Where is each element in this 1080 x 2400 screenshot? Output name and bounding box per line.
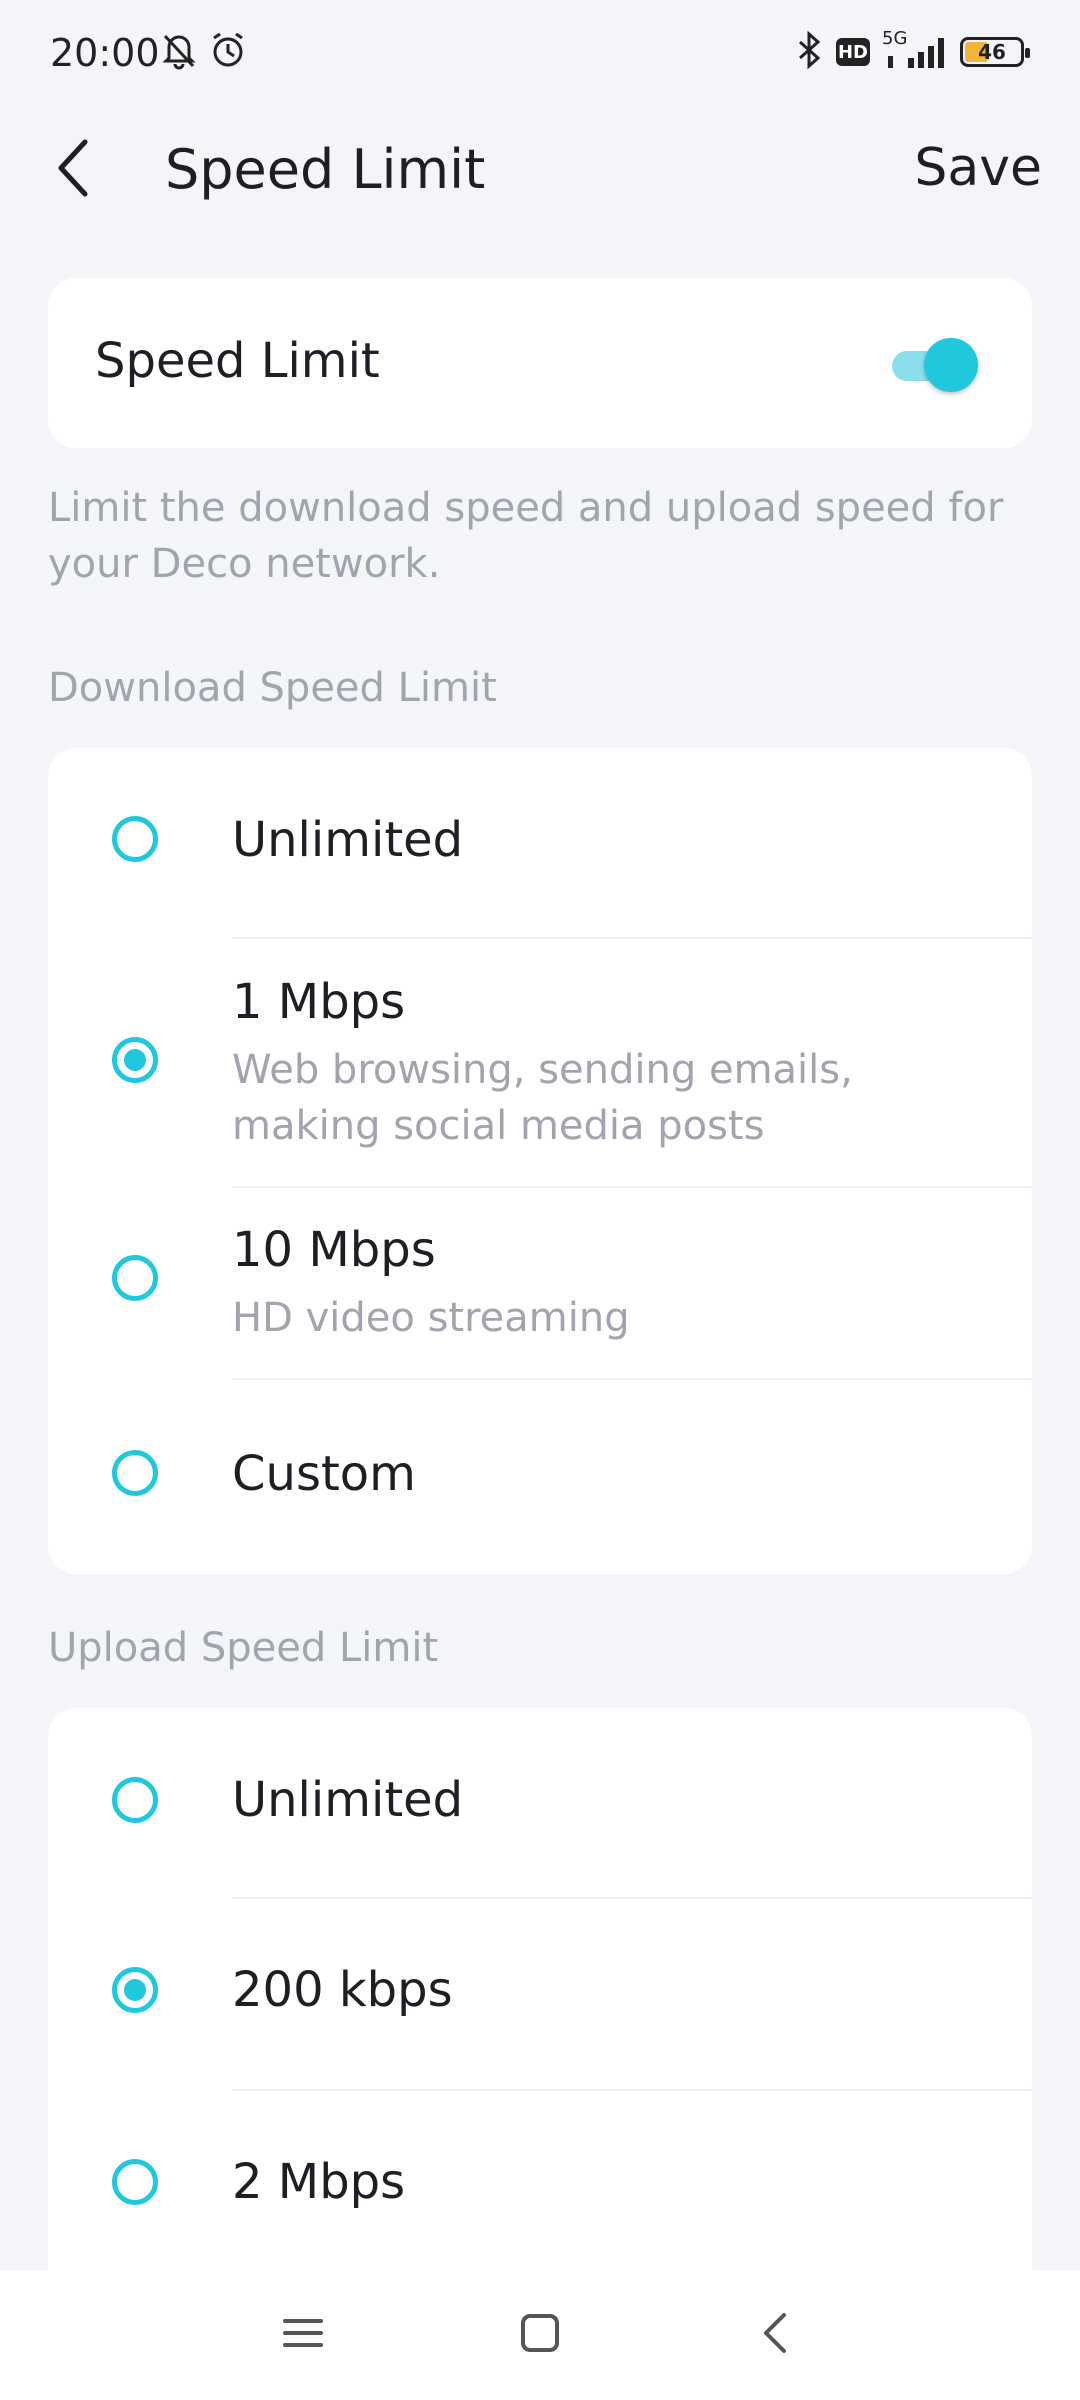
download-option-1mbps[interactable]: 1 Mbps Web browsing, sending emails, mak…: [48, 938, 1032, 1188]
upload-option-200kbps[interactable]: 200 kbps: [48, 1898, 1032, 2090]
upload-options-card: Unlimited 200 kbps 2 Mbps: [48, 1708, 1032, 2328]
battery-icon: 46: [960, 37, 1030, 67]
radio-button[interactable]: [112, 1450, 158, 1496]
download-section-label: Download Speed Limit: [48, 665, 497, 711]
option-title: 1 Mbps: [232, 974, 406, 1030]
bluetooth-icon: [794, 30, 824, 74]
option-subtitle: Web browsing, sending emails, making soc…: [232, 1047, 853, 1149]
system-nav-bar: [0, 2270, 1080, 2400]
battery-level: 46: [978, 40, 1006, 64]
menu-button[interactable]: [268, 2300, 338, 2370]
status-right-icons: HD 5G 46: [794, 28, 1030, 74]
back-icon: [760, 2311, 790, 2359]
speed-limit-description: Limit the download speed and upload spee…: [48, 485, 1004, 587]
option-title: Custom: [232, 1446, 416, 1502]
download-option-custom[interactable]: Custom: [48, 1380, 1032, 1574]
status-time: 20:00: [50, 31, 160, 75]
back-button[interactable]: [40, 135, 110, 205]
option-title: 10 Mbps: [232, 1222, 436, 1278]
header: Speed Limit Save: [0, 110, 1080, 230]
option-title: 2 Mbps: [232, 2154, 406, 2210]
radio-button-selected[interactable]: [112, 1037, 158, 1083]
save-button[interactable]: Save: [914, 138, 1042, 198]
radio-button[interactable]: [112, 816, 158, 862]
option-subtitle: HD video streaming: [232, 1295, 630, 1341]
speed-limit-toggle[interactable]: [888, 335, 978, 392]
chevron-left-icon: [55, 138, 95, 202]
download-option-10mbps[interactable]: 10 Mbps HD video streaming: [48, 1188, 1032, 1380]
option-title: 200 kbps: [232, 1962, 453, 2018]
status-bar: 20:00 HD 5G 46: [0, 0, 1080, 110]
home-square-icon: [518, 2311, 562, 2359]
signal-icon: 5G: [882, 28, 948, 72]
radio-button[interactable]: [112, 1255, 158, 1301]
radio-button[interactable]: [112, 1777, 158, 1823]
speed-limit-toggle-card: Speed Limit: [48, 278, 1032, 448]
download-options-card: Unlimited 1 Mbps Web browsing, sending e…: [48, 748, 1032, 1574]
home-button[interactable]: [505, 2300, 575, 2370]
upload-option-2mbps[interactable]: 2 Mbps: [48, 2090, 1032, 2280]
hd-icon: HD: [836, 38, 870, 66]
upload-option-unlimited[interactable]: Unlimited: [48, 1708, 1032, 1898]
alarm-icon: [208, 30, 248, 74]
mute-bell-icon: [160, 30, 198, 74]
toggle-thumb: [924, 338, 978, 392]
radio-button-selected[interactable]: [112, 1967, 158, 2013]
radio-button[interactable]: [112, 2159, 158, 2205]
page-title: Speed Limit: [165, 138, 486, 201]
speed-limit-toggle-label: Speed Limit: [95, 333, 380, 389]
nav-back-button[interactable]: [740, 2300, 810, 2370]
upload-section-label: Upload Speed Limit: [48, 1625, 439, 1671]
download-option-unlimited[interactable]: Unlimited: [48, 748, 1032, 938]
option-title: Unlimited: [232, 812, 464, 868]
menu-icon: [281, 2313, 325, 2357]
status-left-icons: [160, 30, 248, 74]
option-title: Unlimited: [232, 1772, 464, 1828]
